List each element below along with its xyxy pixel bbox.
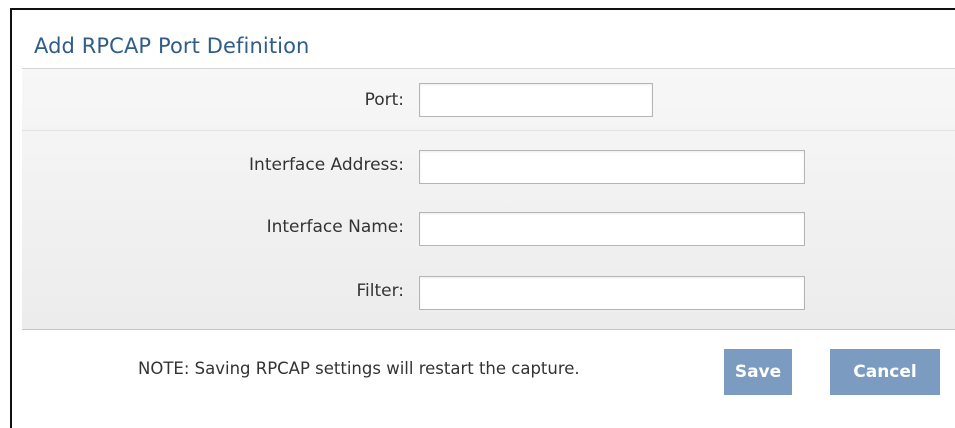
interface-address-label: Interface Address:: [249, 155, 404, 175]
port-input[interactable]: [419, 83, 653, 117]
form-row-filter: Filter:: [22, 261, 955, 323]
restart-capture-note: NOTE: Saving RPCAP settings will restart…: [138, 359, 580, 378]
form-row-port: Port:: [22, 69, 955, 131]
port-label: Port:: [364, 90, 404, 110]
filter-input[interactable]: [419, 276, 805, 310]
filter-label: Filter:: [356, 281, 404, 301]
port-definition-form: Port: Interface Address: Interface Name:…: [22, 68, 955, 330]
save-button[interactable]: Save: [724, 349, 792, 395]
form-row-interface-name: Interface Name:: [22, 197, 955, 259]
interface-address-input[interactable]: [419, 150, 805, 184]
dialog-title: Add RPCAP Port Definition: [34, 34, 310, 58]
form-row-interface-address: Interface Address:: [22, 133, 955, 195]
cancel-button[interactable]: Cancel: [830, 349, 940, 395]
interface-name-input[interactable]: [419, 212, 805, 246]
interface-name-label: Interface Name:: [266, 217, 404, 237]
